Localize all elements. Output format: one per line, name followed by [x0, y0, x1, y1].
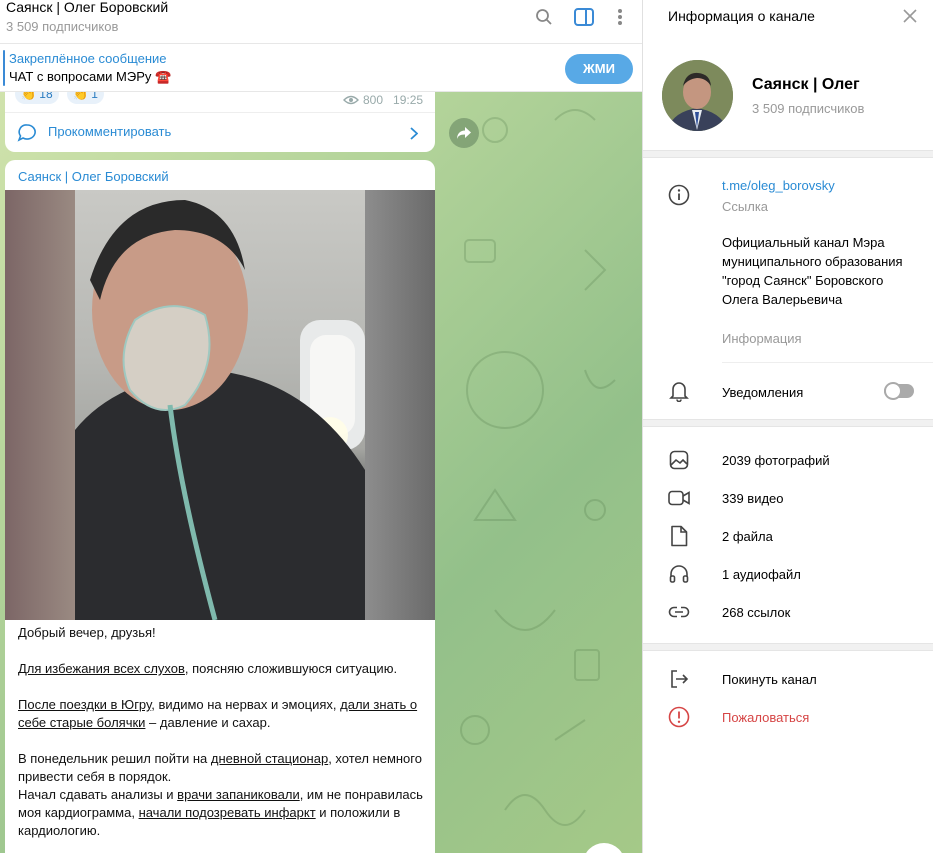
divider: [643, 150, 933, 158]
file-icon: [668, 525, 690, 547]
chat-header: Саянск | Олег Боровский 3 509 подписчико…: [0, 0, 642, 44]
chat-title[interactable]: Саянск | Олег Боровский: [6, 0, 168, 15]
chat-background-pattern: [460, 109, 616, 826]
pinned-text: ЧАТ с вопросами МЭРу ☎️: [9, 69, 172, 84]
post-link[interactable]: Для избежания всех слухов: [18, 661, 185, 676]
view-count: 800: [363, 93, 384, 107]
channel-description-label: Информация: [722, 331, 802, 346]
post-link[interactable]: дневной стационар: [211, 751, 328, 766]
sidebar-toggle-icon[interactable]: [573, 6, 595, 28]
photo-blur-right: [365, 190, 435, 620]
message-meta: 800 19:25: [343, 93, 423, 107]
share-arrow-icon: [457, 127, 471, 139]
photo-icon: [668, 449, 690, 471]
comment-icon: [17, 124, 36, 142]
search-icon[interactable]: [533, 6, 555, 28]
channel-subscribers: 3 509 подписчиков: [752, 101, 865, 116]
bell-icon: [668, 380, 690, 402]
post-paragraph: Для избежания всех слухов, поясняю сложи…: [18, 660, 423, 678]
post-paragraph: В понедельник решил пойти на дневной ста…: [18, 750, 423, 840]
post-text-span: Начал сдавать анализы и: [18, 787, 178, 802]
channel-link-label: Ссылка: [722, 199, 769, 214]
media-photos[interactable]: 2039 фотографий: [722, 453, 830, 468]
post-photo[interactable]: [5, 190, 435, 620]
divider: [643, 419, 933, 427]
post-paragraph: Добрый вечер, друзья!: [18, 625, 156, 640]
toggle-knob: [884, 382, 902, 400]
post-text-span: , видимо на нервах и эмоциях,: [151, 697, 341, 712]
pinned-action-button[interactable]: ЖМИ: [565, 54, 633, 84]
post-link[interactable]: врачи запаниковали: [177, 787, 300, 802]
eye-icon: [343, 95, 359, 105]
divider: [643, 643, 933, 651]
more-menu-icon[interactable]: [609, 6, 631, 28]
leave-channel-button[interactable]: Покинуть канал: [722, 672, 817, 687]
post-link[interactable]: начали подозревать инфаркт: [139, 805, 316, 820]
channel-info-panel: Информация о канале Саянск | Олег 3 509 …: [642, 0, 933, 853]
channel-description: Официальный канал Мэра муниципального об…: [722, 235, 903, 307]
post-text-span: В понедельник решил пойти на: [18, 751, 211, 766]
chat-subscriber-count: 3 509 подписчиков: [6, 19, 119, 34]
leave-icon: [668, 668, 690, 690]
info-icon: [668, 184, 690, 206]
post-text: Добрый вечер, друзья! Для избежания всех…: [18, 624, 423, 840]
share-button[interactable]: [449, 118, 479, 148]
panel-title: Информация о канале: [668, 8, 815, 24]
avatar[interactable]: [662, 60, 733, 131]
video-icon: [668, 487, 690, 509]
channel-name: Саянск | Олег: [752, 76, 860, 93]
notifications-label: Уведомления: [722, 385, 804, 400]
post-bubble: Саянск | Олег Боровский Добрый вечер, др…: [5, 160, 435, 853]
pinned-indicator: [3, 50, 5, 86]
media-files[interactable]: 2 файла: [722, 529, 773, 544]
report-button[interactable]: Пожаловаться: [722, 710, 809, 725]
media-audio[interactable]: 1 аудиофайл: [722, 567, 801, 582]
post-author[interactable]: Саянск | Олег Боровский: [18, 169, 169, 184]
headphones-icon: [668, 563, 690, 585]
link-icon: [668, 601, 690, 623]
pinned-title: Закреплённое сообщение: [9, 51, 167, 66]
message-time: 19:25: [393, 93, 424, 107]
notifications-toggle[interactable]: [884, 382, 914, 400]
post-link[interactable]: После поездки в Югру: [18, 697, 151, 712]
comment-label: Прокомментировать: [48, 124, 172, 139]
photo-blur-left: [5, 190, 75, 620]
comment-button[interactable]: Прокомментировать: [5, 112, 435, 152]
pinned-message[interactable]: Закреплённое сообщение ЧАТ с вопросами М…: [0, 44, 642, 92]
close-icon[interactable]: [902, 8, 918, 24]
channel-link[interactable]: t.me/oleg_borovsky: [722, 178, 835, 193]
photo-content: [75, 190, 365, 620]
post-text-span: , поясняю сложившуюся ситуацию.: [184, 661, 398, 676]
divider: [722, 362, 933, 363]
post-text-span: – давление и сахар.: [145, 715, 271, 730]
media-videos[interactable]: 339 видео: [722, 491, 784, 506]
chat-area: Саянск | Олег Боровский 3 509 подписчико…: [0, 0, 642, 853]
post-paragraph: После поездки в Югру, видимо на нервах и…: [18, 696, 423, 732]
report-icon: [668, 706, 690, 728]
chevron-right-icon: [410, 127, 418, 140]
media-links[interactable]: 268 ссылок: [722, 605, 790, 620]
